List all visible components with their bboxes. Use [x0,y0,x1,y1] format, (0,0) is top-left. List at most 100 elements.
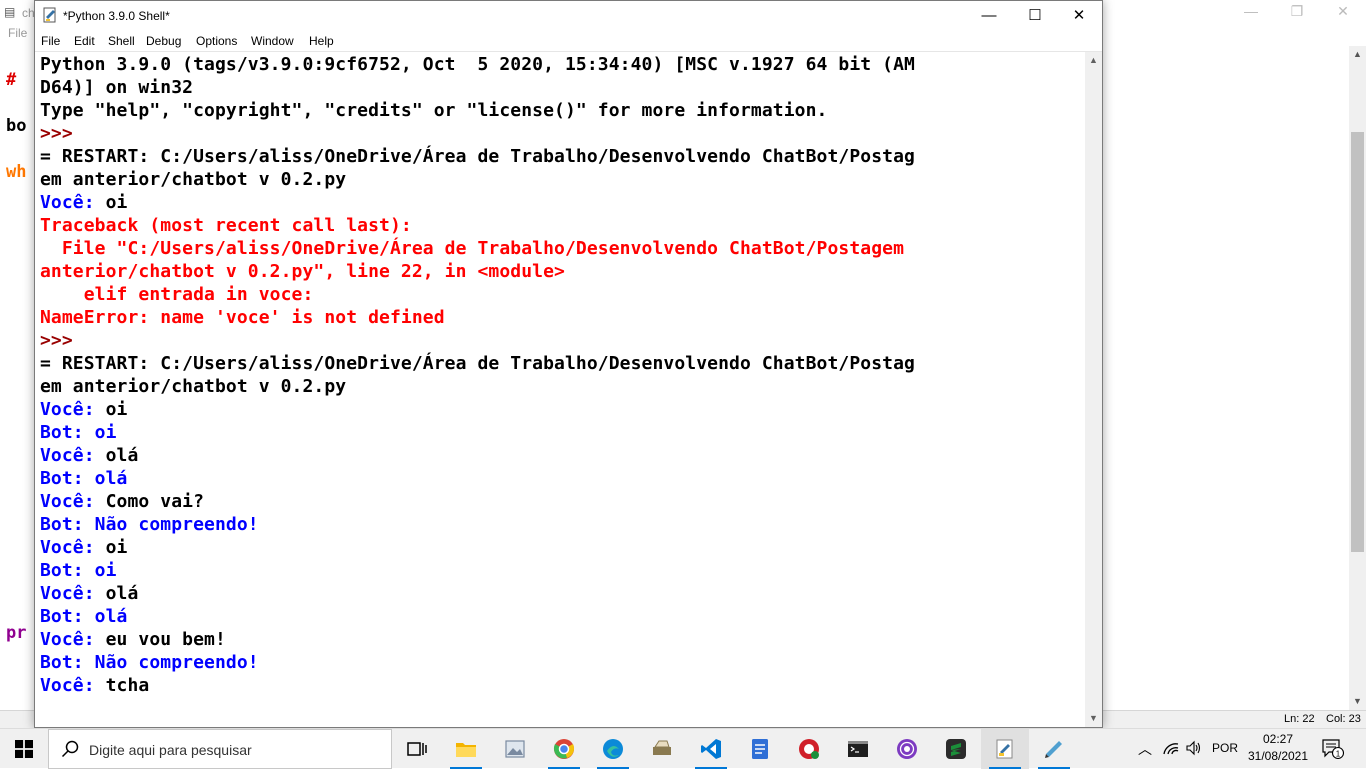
background-menu-file[interactable]: File [8,26,27,40]
python-idle-icon [996,739,1013,759]
shell-line: Bot: olá [40,605,128,628]
clock-time[interactable]: 02:27 [1250,732,1306,746]
chrome-icon [553,739,575,759]
shell-line: Você: oi [40,191,128,214]
show-hidden-icons-chevron-icon[interactable]: ︿ [1138,739,1152,759]
taskbar-search-box[interactable]: Digite aqui para pesquisar [48,729,392,769]
shell-line: Você: Como vai? [40,490,204,513]
close-button[interactable]: ✕ [1056,1,1102,31]
vscode-icon [701,739,721,759]
clock-date[interactable]: 31/08/2021 [1246,749,1310,763]
shell-text-segment: Type "help", "copyright", "credits" or "… [40,100,828,121]
shell-text-segment: Você: [40,399,106,420]
taskbar-app-recorder-app[interactable] [785,729,833,769]
shell-output-text-area[interactable]: Python 3.9.0 (tags/v3.9.0:9cf6752, Oct 5… [35,52,1085,728]
taskbar-app-docs-app[interactable] [736,729,784,769]
taskbar-app-terminal[interactable] [834,729,882,769]
taskbar-app-scanner-app[interactable] [638,729,686,769]
menu-help[interactable]: Help [309,34,334,48]
shell-text-segment: eu vou bem! [105,629,226,650]
shell-text-segment: anterior/chatbot v 0.2.py", line 22, in … [40,261,565,282]
shell-menubar: File Edit Shell Debug Options Window Hel… [35,31,1102,52]
task-view-icon [407,742,427,756]
background-scrollbar[interactable]: ▲ ▼ [1349,46,1366,710]
shell-line: Bot: Não compreendo! [40,651,259,674]
shell-window-title: *Python 3.9.0 Shell* [63,9,170,23]
background-close-button[interactable]: ✕ [1320,0,1366,24]
tor-browser-icon [897,739,917,759]
shell-text-segment: em anterior/chatbot v 0.2.py [40,169,347,190]
shell-text-segment: D64)] on win32 [40,77,194,98]
background-window-title: ch [22,6,35,20]
code-fragment: bo [6,116,27,136]
edge-icon [603,739,623,759]
shell-text-segment: oi [105,192,128,213]
terminal-icon [848,741,868,757]
shell-line: NameError: name 'voce' is not defined [40,306,445,329]
shell-line: anterior/chatbot v 0.2.py", line 22, in … [40,260,565,283]
shell-line: elif entrada in voce: [40,283,314,306]
menu-file[interactable]: File [41,34,60,48]
scroll-down-arrow-icon[interactable]: ▼ [1349,693,1366,710]
shell-text-segment: Traceback (most recent call last): [40,215,412,236]
taskbar-app-photos-app[interactable] [491,729,539,769]
menu-edit[interactable]: Edit [74,34,95,48]
shell-line: Você: tcha [40,674,149,697]
shell-scrollbar[interactable]: ▲ ▼ [1085,52,1102,727]
start-button[interactable] [0,729,48,769]
sublime-text-icon [946,739,966,759]
taskbar-app-tor-browser[interactable] [883,729,931,769]
taskbar-app-edge[interactable] [589,729,637,769]
taskbar-app-file-explorer[interactable] [442,729,490,769]
scroll-up-arrow-icon[interactable]: ▲ [1085,52,1102,69]
shell-line: Bot: Não compreendo! [40,513,259,536]
shell-text-segment: = RESTART: C:/Users/aliss/OneDrive/Área … [40,146,915,167]
menu-options[interactable]: Options [196,34,237,48]
shell-line: Você: olá [40,582,138,605]
minimize-button[interactable]: — [966,1,1012,31]
python-shell-window[interactable]: *Python 3.9.0 Shell* — ☐ ✕ File Edit She… [34,0,1103,728]
shell-line: em anterior/chatbot v 0.2.py [40,375,346,398]
shell-line: Type "help", "copyright", "credits" or "… [40,99,827,122]
shell-text-segment: Python 3.9.0 (tags/v3.9.0:9cf6752, Oct 5… [40,54,915,75]
volume-icon[interactable] [1186,740,1202,756]
menu-window[interactable]: Window [251,34,294,48]
shell-line: Você: oi [40,536,128,559]
wifi-icon[interactable] [1162,740,1180,756]
shell-line: Você: oi [40,398,128,421]
taskbar-app-chrome[interactable] [540,729,588,769]
shell-text-segment: Você: [40,583,106,604]
taskbar-app-python-idle[interactable] [981,729,1029,769]
shell-text-segment: Você: [40,675,106,696]
shell-line: Traceback (most recent call last): [40,214,412,237]
taskbar-app-task-view[interactable] [393,729,441,769]
scroll-down-arrow-icon[interactable]: ▼ [1085,710,1102,727]
shell-line: Bot: oi [40,421,117,444]
maximize-button[interactable]: ☐ [1012,1,1058,31]
shell-text-segment: Você: [40,445,106,466]
taskbar-app-notepad-app[interactable] [1030,729,1078,769]
shell-line: D64)] on win32 [40,76,193,99]
shell-text-segment: Bot: olá [40,468,128,489]
background-minimize-button[interactable]: — [1228,0,1274,24]
photos-app-icon [505,740,525,758]
shell-line: >>> [40,329,84,352]
background-restore-button[interactable]: ❐ [1274,0,1320,24]
menu-shell[interactable]: Shell [108,34,135,48]
shell-titlebar[interactable]: *Python 3.9.0 Shell* — ☐ ✕ [35,1,1102,31]
search-placeholder: Digite aqui para pesquisar [89,742,252,758]
input-language-indicator[interactable]: POR [1212,741,1238,755]
shell-text-segment: Bot: olá [40,606,128,627]
taskbar-app-sublime-text[interactable] [932,729,980,769]
taskbar-app-vscode[interactable] [687,729,735,769]
scanner-app-icon [653,740,671,755]
shell-text-segment: = RESTART: C:/Users/aliss/OneDrive/Área … [40,353,915,374]
notification-center-icon[interactable]: 1 [1322,739,1344,759]
shell-line: >>> [40,122,84,145]
menu-debug[interactable]: Debug [146,34,181,48]
scrollbar-thumb[interactable] [1351,132,1364,552]
notification-count: 1 [1336,750,1341,759]
shell-text-segment: Bot: oi [40,422,117,443]
scroll-up-arrow-icon[interactable]: ▲ [1349,46,1366,63]
shell-text-segment: Você: [40,192,106,213]
